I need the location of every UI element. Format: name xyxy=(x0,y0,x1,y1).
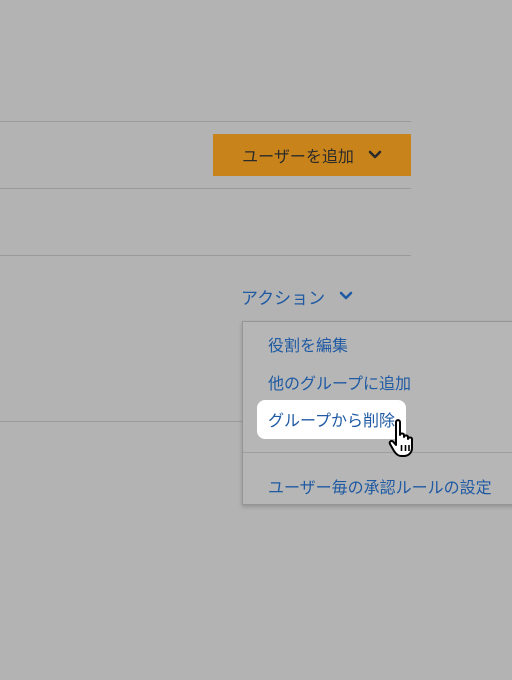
menu-item-remove-from-group[interactable]: グループから削除 xyxy=(257,400,407,439)
divider xyxy=(0,188,411,189)
actions-dropdown-toggle[interactable]: アクション xyxy=(241,284,353,309)
menu-item-approval-rules[interactable]: ユーザー毎の承認ルールの設定 xyxy=(268,474,492,498)
add-user-button[interactable]: ユーザーを追加 xyxy=(213,134,411,176)
menu-item-add-to-other-group[interactable]: 他のグループに追加 xyxy=(268,370,411,394)
hand-pointer-cursor-icon xyxy=(388,418,424,464)
add-user-button-label: ユーザーを追加 xyxy=(242,147,354,166)
divider xyxy=(0,421,242,422)
actions-label: アクション xyxy=(241,288,326,309)
chevron-down-icon xyxy=(339,286,353,306)
menu-separator xyxy=(243,452,512,453)
chevron-down-icon xyxy=(368,150,382,160)
divider xyxy=(0,255,411,256)
menu-item-edit-role[interactable]: 役割を編集 xyxy=(268,332,348,356)
divider xyxy=(0,121,411,122)
actions-menu: 役割を編集 他のグループに追加 グループから削除 ユーザー毎の承認ルールの設定 xyxy=(242,321,512,505)
